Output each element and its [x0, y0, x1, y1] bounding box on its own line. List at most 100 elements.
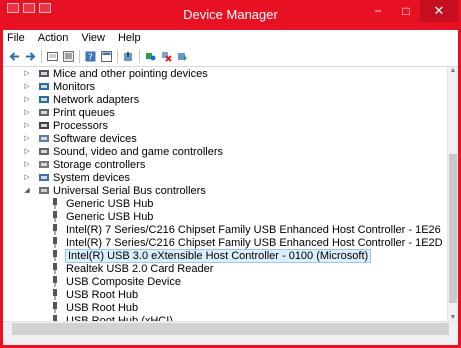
usb-device-row[interactable]: Generic USB Hub [3, 210, 448, 223]
tree-category[interactable]: ▷ Processors [3, 119, 448, 132]
usb-device-row[interactable]: Realtek USB 2.0 Card Reader [3, 262, 448, 275]
collapsed-arrow-icon[interactable]: ▷ [24, 135, 30, 142]
printer-icon [38, 107, 50, 118]
device-tree[interactable]: ▷ Mice and other pointing devices ▷ Monitor… [3, 67, 448, 321]
tree-item-label: Intel(R) 7 Series/C216 Chipset Family US… [66, 236, 443, 249]
update-driver-icon[interactable] [123, 51, 134, 62]
collapsed-arrow-icon[interactable]: ▷ [24, 122, 30, 129]
tree-category[interactable]: ▷ Storage controllers [3, 158, 448, 171]
processor-icon [38, 120, 50, 131]
collapsed-arrow-icon[interactable]: ▷ [24, 148, 30, 155]
scan-hardware-icon[interactable] [145, 51, 156, 62]
tree-item-label: Sound, video and game controllers [53, 145, 223, 158]
toolbar-separator [139, 49, 140, 63]
menu-file[interactable]: File [7, 32, 25, 44]
device-manager-window: Device Manager − □ ✕ File Action View He… [0, 0, 461, 348]
tree-item-label: Intel(R) USB 3.0 eXtensible Host Control… [64, 248, 372, 263]
tree-item-label: USB Composite Device [66, 275, 181, 288]
system-icon [38, 172, 50, 183]
expanded-arrow-icon[interactable]: ◢ [24, 187, 30, 194]
tree-item-label: Processors [53, 119, 109, 132]
tree-category-label: Universal Serial Bus controllers [53, 184, 206, 197]
menu-bar: File Action View Help [3, 30, 458, 46]
usb-device-icon [52, 250, 58, 261]
usb-device-row[interactable]: USB Root Hub (xHCI) [3, 314, 448, 321]
usb-device-row[interactable]: Intel(R) 7 Series/C216 Chipset Family US… [3, 223, 448, 236]
usb-device-row[interactable]: USB Composite Device [3, 275, 448, 288]
uninstall-icon[interactable] [161, 51, 172, 62]
toolbar-separator [117, 49, 118, 63]
tree-category[interactable]: ▷ Mice and other pointing devices [3, 67, 448, 80]
usb-controller-icon [38, 185, 50, 196]
status-bar [3, 336, 458, 345]
minimize-button[interactable]: − [364, 0, 392, 22]
software-icon [38, 133, 50, 144]
collapsed-arrow-icon[interactable]: ▷ [24, 83, 30, 90]
tree-category-usb[interactable]: ◢ Universal Serial Bus controllers [3, 184, 448, 197]
menu-action[interactable]: Action [38, 32, 69, 44]
storage-icon [38, 159, 50, 170]
vertical-scroll-thumb[interactable] [449, 154, 457, 303]
usb-device-row[interactable]: Generic USB Hub [3, 197, 448, 210]
tree-category[interactable]: ▷ Software devices [3, 132, 448, 145]
usb-device-icon [52, 263, 58, 274]
toolbar-separator [79, 49, 80, 63]
collapsed-arrow-icon[interactable]: ▷ [24, 109, 30, 116]
tree-item-label: Generic USB Hub [66, 210, 154, 223]
close-button[interactable]: ✕ [420, 0, 458, 22]
menu-help[interactable]: Help [118, 32, 141, 44]
collapsed-arrow-icon[interactable]: ▷ [24, 96, 30, 103]
tree-category[interactable]: ▷ Print queues [3, 106, 448, 119]
usb-device-row[interactable]: Intel(R) USB 3.0 eXtensible Host Control… [3, 248, 448, 263]
tree-item-label: Software devices [53, 132, 137, 145]
usb-device-icon [52, 224, 58, 235]
collapsed-arrow-icon[interactable]: ▷ [24, 174, 30, 181]
enable-device-icon[interactable] [177, 51, 188, 62]
usb-device-row[interactable]: USB Root Hub [3, 301, 448, 314]
console-icon[interactable] [101, 50, 112, 62]
scroll-down-arrow-icon[interactable]: ▼ [448, 314, 458, 321]
help-icon[interactable]: ? [85, 51, 96, 63]
horizontal-scroll-thumb[interactable] [12, 323, 449, 335]
window-controls: − □ ✕ [364, 0, 458, 22]
properties-icon[interactable] [47, 51, 58, 62]
network-icon [38, 94, 50, 105]
back-icon[interactable] [9, 51, 20, 62]
collapsed-arrow-icon[interactable]: ▷ [24, 161, 30, 168]
tree-item-label: USB Root Hub [66, 301, 139, 314]
tree-category[interactable]: ▷ Network adapters [3, 93, 448, 106]
tree-item-label: Mice and other pointing devices [53, 67, 208, 80]
horizontal-scrollbar[interactable] [3, 321, 458, 336]
menu-view[interactable]: View [81, 32, 105, 44]
tree-category[interactable]: ▷ System devices [3, 171, 448, 184]
tree-category[interactable]: ▷ Sound, video and game controllers [3, 145, 448, 158]
usb-device-icon [52, 237, 58, 248]
toolbar-separator [41, 49, 42, 63]
usb-device-icon [52, 302, 58, 313]
toolbar: ? [3, 46, 458, 67]
tree-item-label: Realtek USB 2.0 Card Reader [66, 262, 214, 275]
tree-item-label: Storage controllers [53, 158, 146, 171]
title-bar[interactable]: Device Manager − □ ✕ [3, 0, 458, 30]
vertical-scrollbar[interactable]: ▲ ▼ [447, 67, 458, 321]
usb-device-icon [52, 211, 58, 222]
forward-icon[interactable] [25, 51, 36, 62]
tree-item-label: Intel(R) 7 Series/C216 Chipset Family US… [66, 223, 441, 236]
device-tree-pane: ▷ Mice and other pointing devices ▷ Monitor… [3, 67, 458, 321]
scroll-up-arrow-icon[interactable]: ▲ [448, 67, 458, 74]
tree-item-label: System devices [53, 171, 131, 184]
usb-device-icon [52, 276, 58, 287]
tree-item-label: USB Root Hub [66, 288, 139, 301]
tree-item-label: Generic USB Hub [66, 197, 154, 210]
show-hide-icon[interactable] [63, 50, 74, 62]
monitor-icon [38, 81, 50, 92]
tree-category[interactable]: ▷ Monitors [3, 80, 448, 93]
usb-device-row[interactable]: Intel(R) 7 Series/C216 Chipset Family US… [3, 236, 448, 249]
usb-device-row[interactable]: USB Root Hub [3, 288, 448, 301]
usb-device-icon [52, 198, 58, 209]
speaker-icon [38, 146, 50, 157]
tree-item-label: Monitors [53, 80, 96, 93]
mouse-icon [38, 68, 50, 79]
maximize-button[interactable]: □ [392, 0, 420, 22]
collapsed-arrow-icon[interactable]: ▷ [24, 70, 30, 77]
